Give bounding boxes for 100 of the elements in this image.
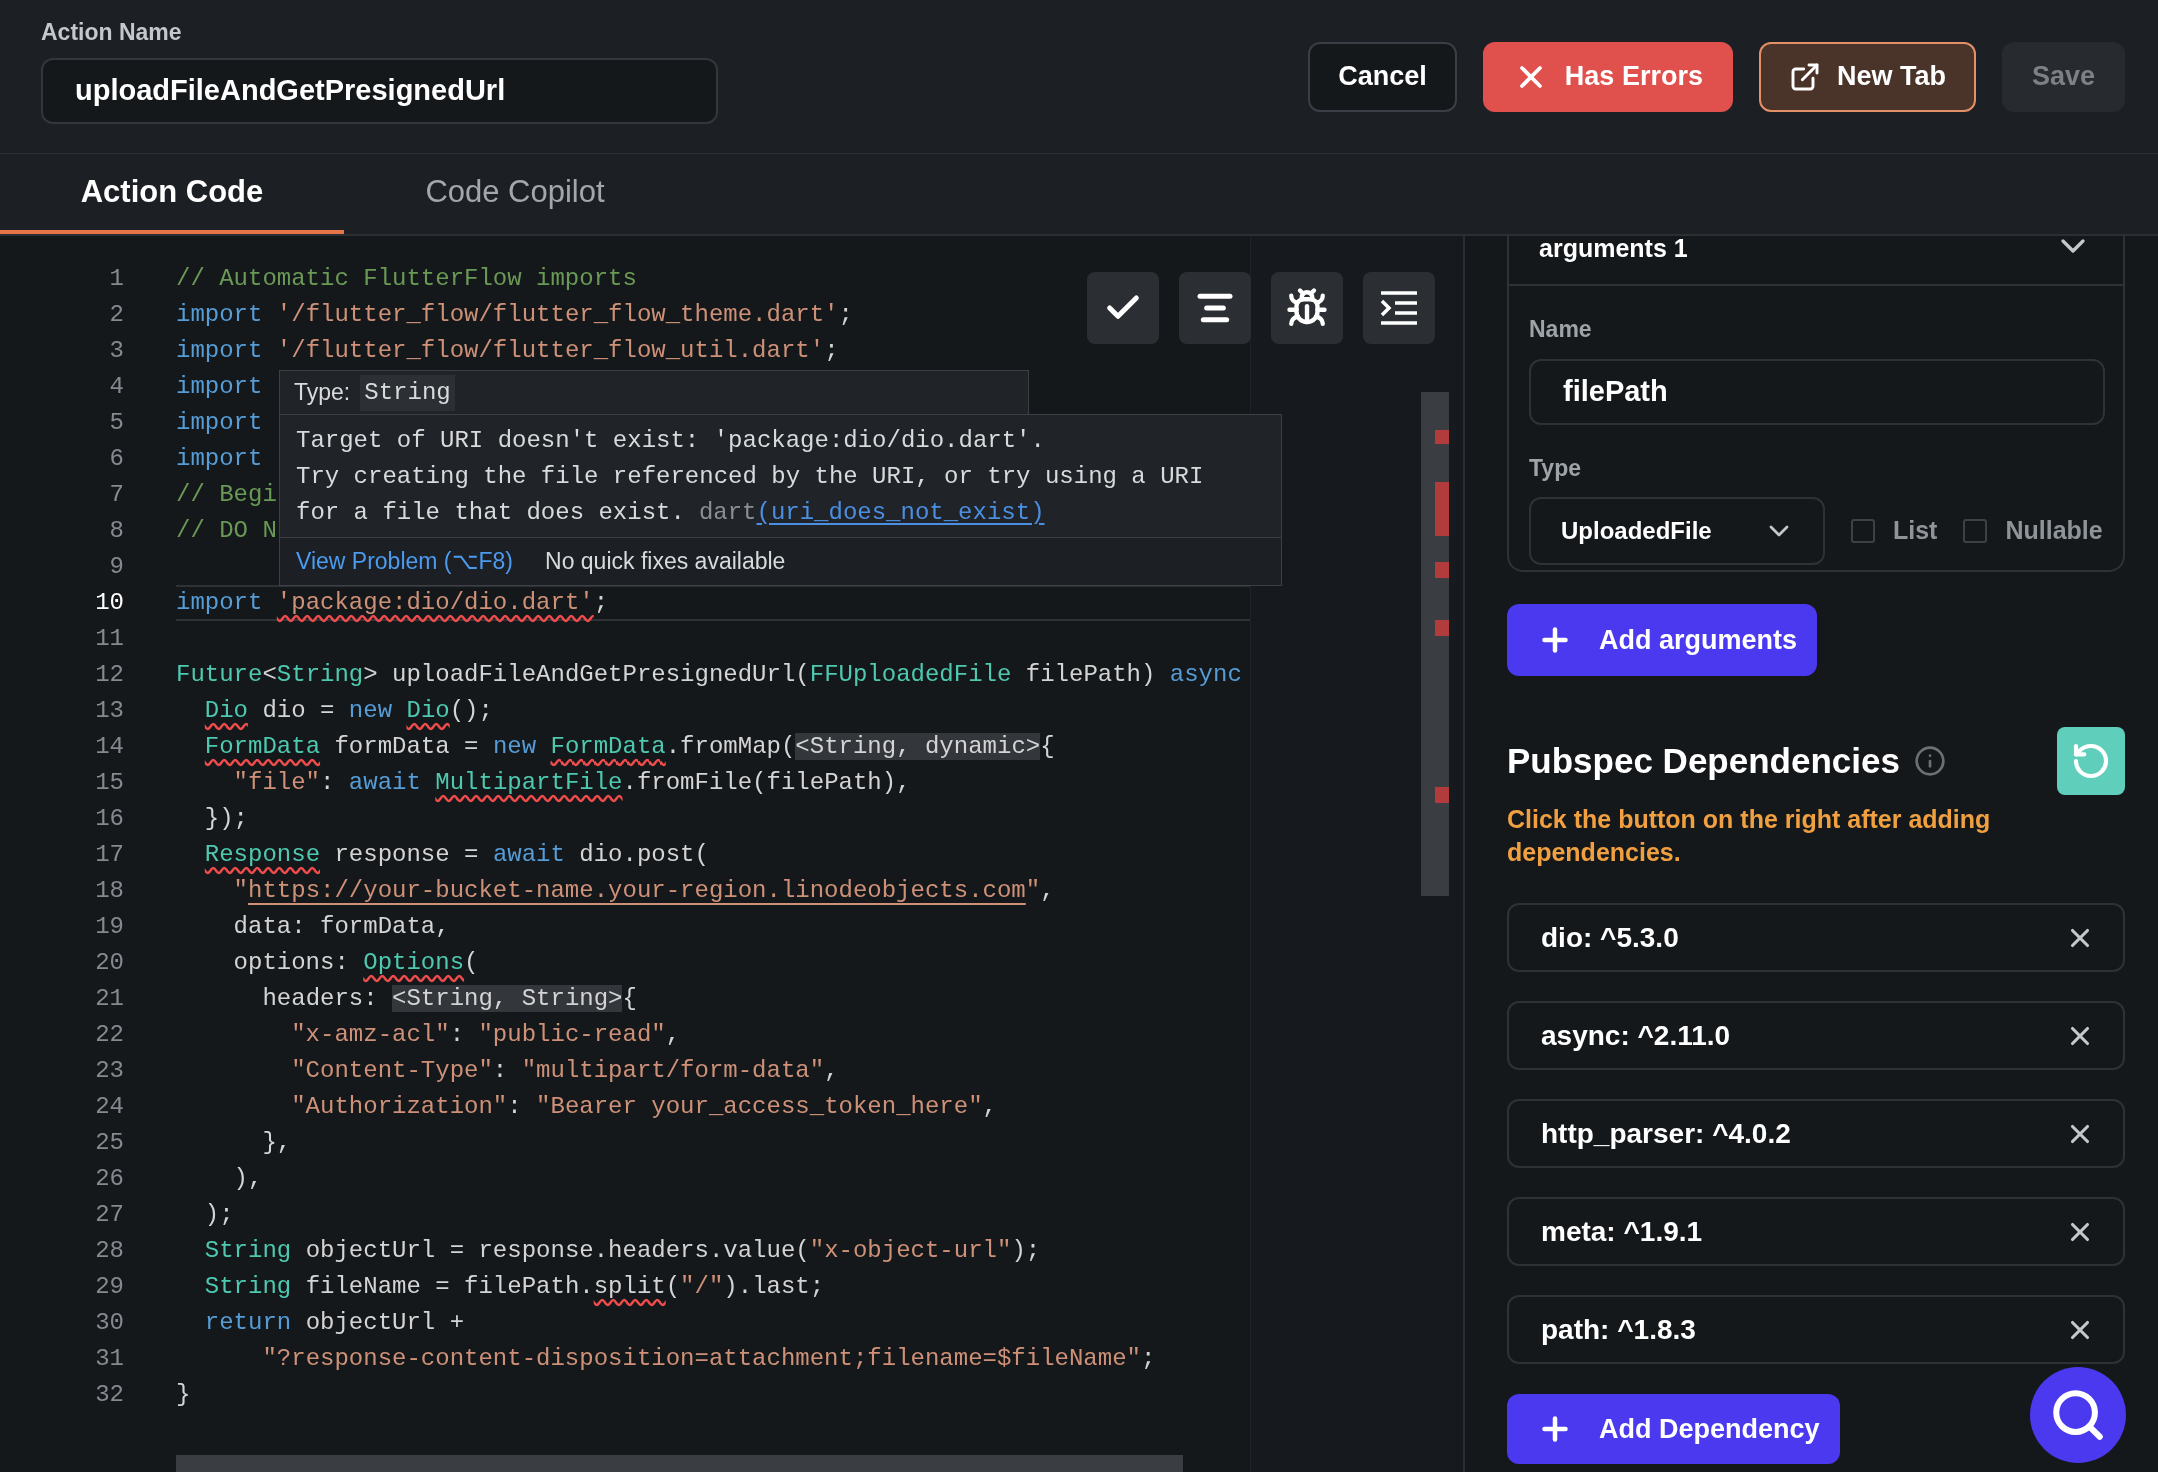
line-number: 5 xyxy=(108,408,124,438)
code-line: }, xyxy=(261,1128,292,1158)
code-line: options: Options( xyxy=(232,948,479,978)
quick-fix-text: No quick fixes available xyxy=(545,547,786,577)
dependency-name: http_parser: ^4.0.2 xyxy=(1541,1116,1791,1151)
add-dependency-button[interactable]: Add Dependency xyxy=(1507,1394,1840,1464)
checkbox[interactable] xyxy=(1963,519,1988,543)
check-button[interactable] xyxy=(1087,272,1159,344)
bug-icon xyxy=(1286,287,1328,329)
code-line: import xyxy=(176,408,263,438)
horizontal-scrollbar[interactable] xyxy=(176,1455,1183,1472)
line-number: 15 xyxy=(94,768,124,798)
line-number: 20 xyxy=(94,948,124,978)
line-number: 31 xyxy=(94,1344,124,1374)
hint-text: Click the button on the right after adding dependencies. xyxy=(1507,804,1992,868)
code-line: return objectUrl + xyxy=(203,1308,465,1338)
line-number: 11 xyxy=(94,624,124,654)
line-number: 2 xyxy=(108,300,124,330)
line-number: 8 xyxy=(108,516,124,546)
line-number: 12 xyxy=(94,660,124,690)
code-line: ); xyxy=(203,1200,234,1230)
code-line: import '/flutter_flow/flutter_flow_util.dart'; xyxy=(176,336,839,366)
line-number: 24 xyxy=(94,1092,124,1122)
code-line: // DO N xyxy=(176,516,277,546)
line-number: 6 xyxy=(108,444,124,474)
code-line: "https://your-bucket-name.your-region.linodeobjects.com", xyxy=(232,876,1055,906)
type-value: String xyxy=(360,374,455,411)
checkbox-label: Nullable xyxy=(2005,515,2103,547)
code-line: }); xyxy=(203,804,249,834)
error-message-line: Target of URI doesn't exist: 'package:dio/dio.dart'. xyxy=(296,426,1046,456)
code-line: headers: <String, String>{ xyxy=(261,984,637,1014)
rotate-icon xyxy=(2071,741,2111,781)
tab[interactable]: Code Copilot xyxy=(344,154,686,234)
line-number: 21 xyxy=(94,984,124,1014)
indent-button[interactable] xyxy=(1363,272,1435,344)
cancel-button[interactable]: Cancel xyxy=(1308,41,1457,112)
line-number: 1 xyxy=(108,264,124,294)
format-button[interactable] xyxy=(1179,272,1251,344)
code-line: "x-amz-acl": "public-read", xyxy=(290,1020,681,1050)
code-line: "Content-Type": "multipart/form-data", xyxy=(290,1056,839,1086)
info-icon[interactable] xyxy=(1913,745,1946,777)
line-number: 3 xyxy=(108,336,124,366)
line-number: 10 xyxy=(94,588,124,618)
line-number: 18 xyxy=(94,876,124,906)
field-label: Type xyxy=(1529,453,1582,483)
code-line: import 'package:dio/dio.dart'; xyxy=(176,588,609,618)
code-line: String objectUrl = response.headers.value("x-object-url"); xyxy=(203,1236,1041,1266)
code-line: // Automatic FlutterFlow imports xyxy=(176,264,637,294)
type-label: Type: xyxy=(294,378,351,408)
field-label: Action Name xyxy=(41,18,183,48)
line-number: 4 xyxy=(108,372,124,402)
code-line: Response response = await dio.post( xyxy=(203,840,709,870)
error-code-link[interactable]: (uri_does_not_exist) xyxy=(756,495,1045,531)
action-name-field[interactable]: uploadFileAndGetPresignedUrl xyxy=(41,57,718,124)
code-line: "file": await MultipartFile.fromFile(filePath), xyxy=(232,768,911,798)
code-line: import '/flutter_flow/flutter_flow_theme.dart'; xyxy=(176,300,853,330)
errors-button[interactable]: Has Errors xyxy=(1482,41,1733,112)
new-tab-button[interactable]: New Tab xyxy=(1758,41,1976,112)
line-number: 9 xyxy=(108,552,124,582)
checkbox[interactable] xyxy=(1851,519,1875,543)
dependency-name: meta: ^1.9.1 xyxy=(1541,1214,1703,1249)
line-number: 29 xyxy=(94,1272,124,1302)
view-problem-link[interactable]: View Problem (⌥F8) xyxy=(296,544,514,579)
code-line: ), xyxy=(232,1164,263,1194)
dependency-name: dio: ^5.3.0 xyxy=(1541,920,1679,955)
line-number: 19 xyxy=(94,912,124,942)
tab[interactable]: Action Code xyxy=(0,154,344,234)
dependency-name: path: ^1.8.3 xyxy=(1541,1312,1696,1347)
argument-title: arguments 1 xyxy=(1539,236,1688,260)
line-number: 14 xyxy=(94,732,124,762)
overview-scrollbar[interactable] xyxy=(1421,392,1449,896)
code-line: String fileName = filePath.split("/").last; xyxy=(203,1272,825,1302)
error-message-line: Try creating the file referenced by the URI, or try using a URI xyxy=(296,462,1205,492)
line-number: 30 xyxy=(94,1308,124,1338)
debug-button[interactable] xyxy=(1271,272,1343,344)
line-number: 7 xyxy=(108,480,124,510)
line-number: 26 xyxy=(94,1164,124,1194)
line-number: 25 xyxy=(94,1128,124,1158)
error-message-line: for a file that does exist. xyxy=(296,498,685,528)
line-number: 28 xyxy=(94,1236,124,1266)
code-line: import xyxy=(176,372,263,402)
field-label: Name xyxy=(1529,315,1593,344)
line-number: 17 xyxy=(94,840,124,870)
error-source: dart xyxy=(698,498,757,528)
line-number: 23 xyxy=(94,1056,124,1086)
add-arguments-button[interactable]: Add arguments xyxy=(1507,604,1817,676)
line-number: 22 xyxy=(94,1020,124,1050)
code-line: // Begi xyxy=(176,480,277,510)
code-line: } xyxy=(176,1380,191,1410)
code-line: Future<String> uploadFileAndGetPresignedUrl(FFUploadedFile filePath) async xyxy=(176,660,1242,690)
line-number: 16 xyxy=(94,804,124,834)
code-line: "?response-content-disposition=attachment;filename=$fileName"; xyxy=(261,1344,1156,1374)
name-field[interactable]: filePath xyxy=(1529,358,2105,425)
code-line: "Authorization": "Bearer your_access_token_here", xyxy=(290,1092,997,1122)
section-heading: Pubspec Dependencies xyxy=(1507,739,1900,782)
line-number: 13 xyxy=(94,696,124,726)
code-line: Dio dio = new Dio(); xyxy=(203,696,493,726)
code-line: FormData formData = new FormData.fromMap(<String, dynamic>{ xyxy=(203,732,1055,762)
code-line: import xyxy=(176,444,263,474)
type-dropdown[interactable]: UploadedFile xyxy=(1529,497,1825,565)
